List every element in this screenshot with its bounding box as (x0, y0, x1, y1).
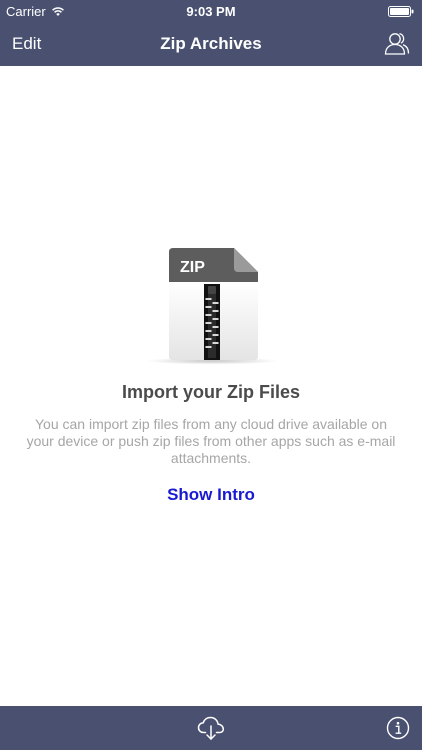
bottom-toolbar (0, 706, 422, 750)
cloud-download-icon[interactable] (197, 715, 225, 741)
status-time: 9:03 PM (186, 4, 236, 19)
profile-icon[interactable] (384, 30, 410, 56)
empty-state-title: Import your Zip Files (121, 382, 300, 402)
zip-icon-label: ZIP (180, 259, 205, 276)
zip-file-icon: ZIP (146, 248, 278, 365)
empty-state: ZIP Import your Zip Files You can import… (0, 66, 422, 706)
status-bar: Carrier 9:03 PM (0, 0, 422, 22)
empty-state-description: You can import zip files from any cloud … (26, 416, 396, 466)
info-icon[interactable] (386, 716, 410, 740)
top-bar: Carrier 9:03 PM Edit Zip Archives (0, 0, 422, 66)
show-intro-link[interactable]: Show Intro (0, 485, 422, 505)
navigation-bar: Edit Zip Archives (0, 22, 422, 66)
battery-icon (388, 6, 414, 17)
page-title: Zip Archives (160, 34, 262, 53)
